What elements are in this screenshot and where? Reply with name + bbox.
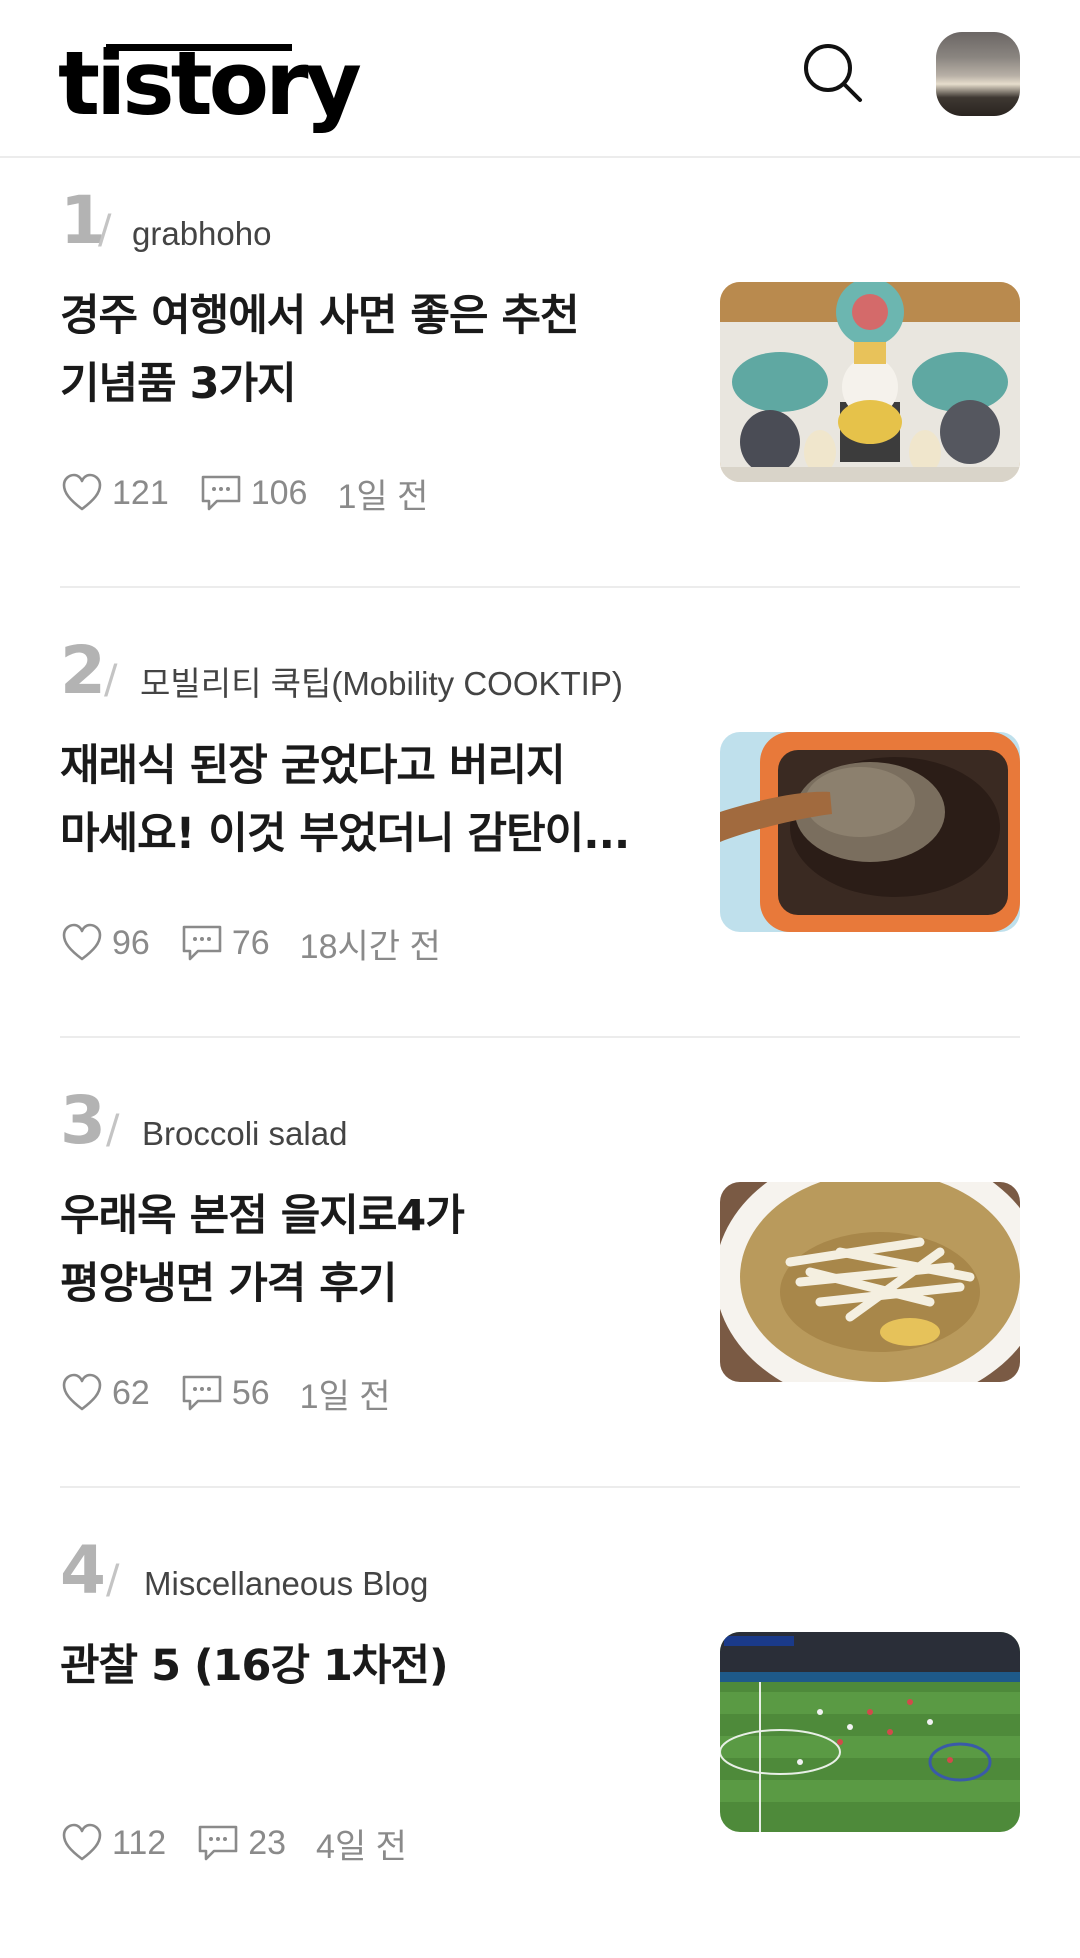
- post-divider: [60, 1036, 1020, 1038]
- post-divider: [60, 586, 1020, 588]
- post-meta: 62 56 1일 전: [60, 1368, 391, 1418]
- thumbnail-image: [720, 732, 1020, 932]
- post-title-line: 우래옥 본점 을지로4가: [60, 1191, 465, 1241]
- rank-separator: /: [104, 657, 118, 703]
- comment-count: 56: [231, 1373, 270, 1412]
- post-title-line: 경주 여행에서 사면 좋은 추천: [60, 291, 580, 341]
- post-meta: 96 76 18시간 전: [60, 918, 441, 968]
- thumbnail-image: [720, 1182, 1020, 1382]
- post-time: 1일 전: [337, 477, 429, 516]
- post-meta: 121 106 1일 전: [60, 468, 428, 518]
- post-title[interactable]: 우래옥 본점 을지로4가 평양냉면 가격 후기: [60, 1182, 660, 1318]
- like-count: 62: [112, 1373, 150, 1412]
- post-title[interactable]: 경주 여행에서 사면 좋은 추천 기념품 3가지: [60, 282, 660, 418]
- post-thumbnail[interactable]: [720, 1182, 1020, 1382]
- comment-icon: [182, 925, 222, 961]
- search-icon: [804, 44, 862, 102]
- post-thumbnail[interactable]: [720, 282, 1020, 482]
- post-time: 18시간 전: [299, 927, 441, 966]
- post-title-line: 기념품 3가지: [60, 359, 297, 409]
- like-count: 112: [112, 1823, 167, 1862]
- blog-name[interactable]: Miscellaneous Blog: [144, 1566, 428, 1602]
- rank-separator: /: [98, 207, 112, 253]
- heart-icon: [62, 1823, 102, 1861]
- heart-icon: [62, 923, 102, 961]
- post-item[interactable]: 4 / Miscellaneous Blog 관찰 5 (16강 1차전) 11…: [60, 1508, 1020, 1958]
- post-thumbnail[interactable]: [720, 1632, 1020, 1832]
- blog-name[interactable]: Broccoli salad: [142, 1116, 347, 1152]
- post-rank: 2: [60, 632, 106, 709]
- post-title-line: 재래식 된장 굳었다고 버리지: [60, 741, 566, 791]
- post-title[interactable]: 재래식 된장 굳었다고 버리지 마세요! 이것 부었더니 감탄이...: [60, 732, 660, 868]
- comment-button[interactable]: [196, 1821, 240, 1865]
- post-time: 4일 전: [316, 1827, 407, 1866]
- post-rank: 4: [60, 1532, 106, 1609]
- rank-separator: /: [106, 1107, 120, 1153]
- post-time: 1일 전: [299, 1377, 391, 1416]
- post-title-line: 평양냉면 가격 후기: [60, 1259, 397, 1309]
- comment-count: 76: [231, 923, 270, 962]
- post-meta: 112 23 4일 전: [60, 1818, 407, 1868]
- post-title-line: 마세요! 이것 부었더니 감탄이...: [60, 809, 630, 859]
- comment-button[interactable]: [199, 471, 243, 515]
- blog-name[interactable]: 모빌리티 쿡팁(Mobility COOKTIP): [140, 666, 623, 702]
- comment-count: 106: [250, 473, 308, 512]
- like-button[interactable]: [60, 921, 104, 965]
- comment-button[interactable]: [180, 921, 224, 965]
- post-title[interactable]: 관찰 5 (16강 1차전): [60, 1632, 660, 1700]
- comment-icon: [198, 1825, 238, 1861]
- post-item[interactable]: 2 / 모빌리티 쿡팁(Mobility COOKTIP) 재래식 된장 굳었다…: [60, 608, 1020, 1058]
- comment-icon: [201, 475, 241, 511]
- comment-count: 23: [248, 1823, 287, 1862]
- profile-avatar[interactable]: [936, 32, 1020, 116]
- rank-separator: /: [106, 1557, 120, 1603]
- app-header: tistory: [0, 0, 1080, 158]
- thumbnail-image: [720, 282, 1020, 482]
- post-thumbnail[interactable]: [720, 732, 1020, 932]
- like-count: 96: [112, 923, 150, 962]
- search-button[interactable]: [802, 42, 864, 104]
- post-title-line: 관찰 5 (16강 1차전): [60, 1641, 449, 1691]
- comment-icon: [182, 1375, 222, 1411]
- post-divider: [60, 1486, 1020, 1488]
- thumbnail-image: [720, 1632, 1020, 1832]
- heart-icon: [62, 473, 102, 511]
- post-rank: 3: [60, 1082, 106, 1159]
- blog-name[interactable]: grabhoho: [132, 216, 271, 252]
- like-count: 121: [112, 473, 169, 512]
- like-button[interactable]: [60, 471, 104, 515]
- comment-button[interactable]: [180, 1371, 224, 1415]
- like-button[interactable]: [60, 1371, 104, 1415]
- post-item[interactable]: 3 / Broccoli salad 우래옥 본점 을지로4가 평양냉면 가격 …: [60, 1058, 1020, 1508]
- heart-icon: [62, 1373, 102, 1411]
- tistory-logo[interactable]: tistory: [58, 40, 362, 128]
- post-item[interactable]: 1 / grabhoho 경주 여행에서 사면 좋은 추천 기념품 3가지 12…: [60, 158, 1020, 608]
- like-button[interactable]: [60, 1821, 104, 1865]
